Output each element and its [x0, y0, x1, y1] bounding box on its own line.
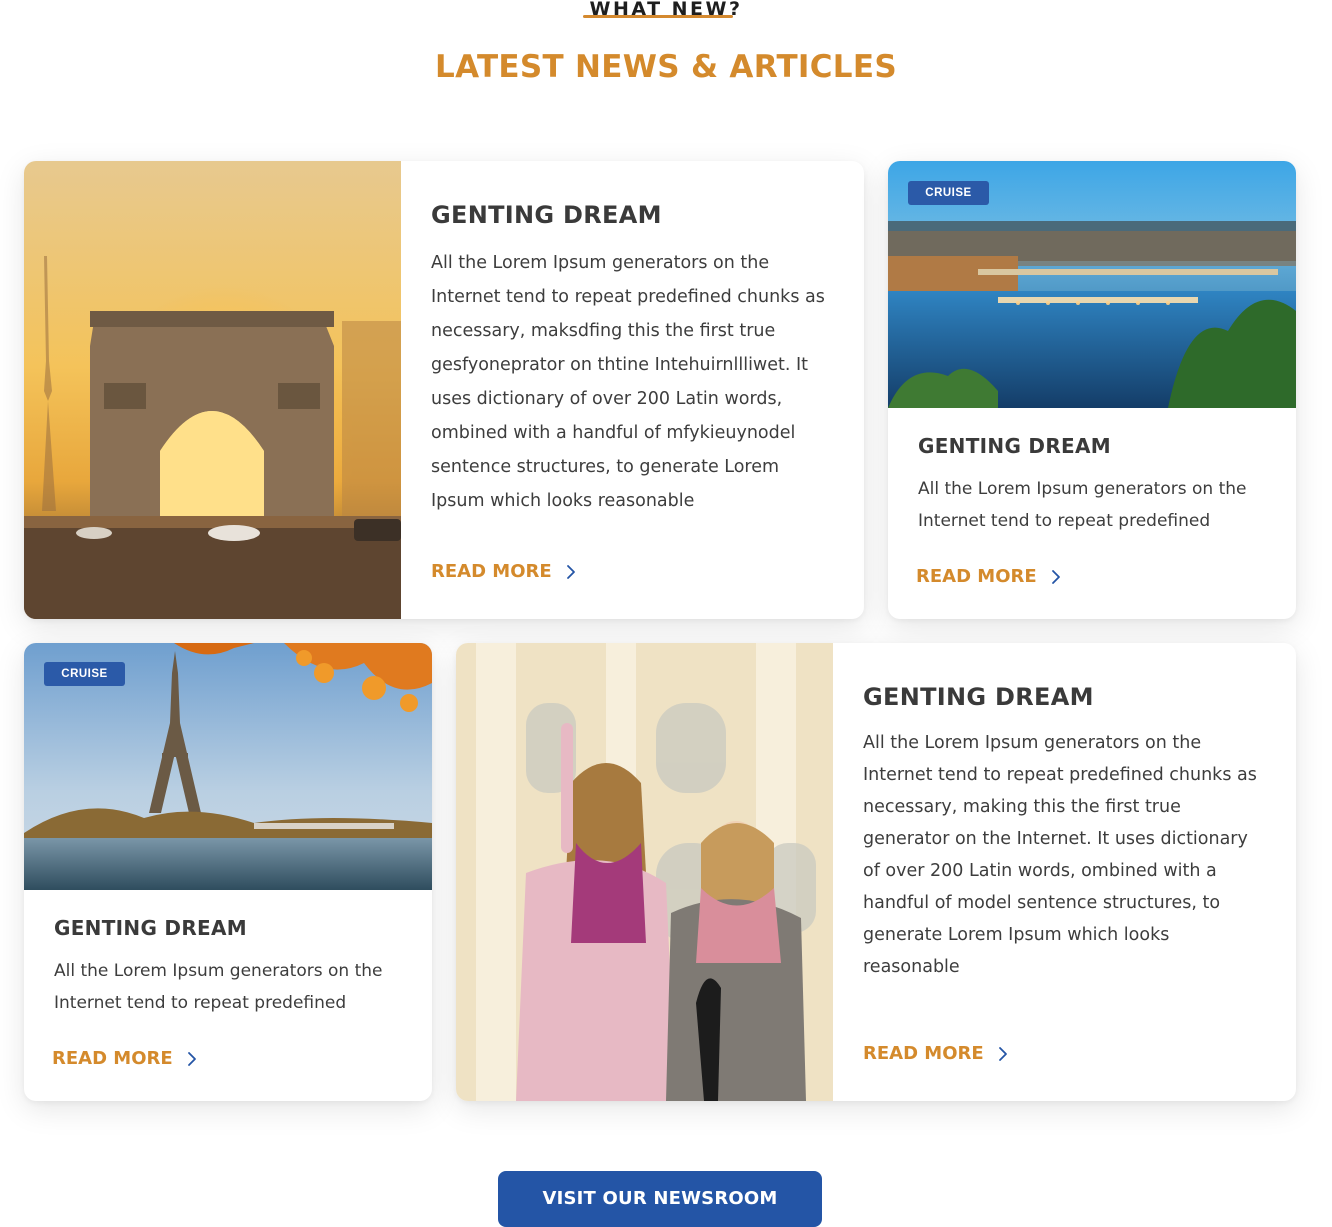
article-card-3[interactable]: CRUISE GENTING DREAM All the Lorem Ipsum…	[24, 643, 432, 1101]
article-card-1[interactable]: GENTING DREAM All the Lorem Ipsum genera…	[24, 161, 864, 619]
article-card-4[interactable]: GENTING DREAM All the Lorem Ipsum genera…	[456, 643, 1296, 1101]
visit-newsroom-button[interactable]: VISIT OUR NEWSROOM	[498, 1171, 822, 1227]
category-badge[interactable]: CRUISE	[44, 662, 125, 686]
article-title[interactable]: GENTING DREAM	[863, 683, 1094, 711]
read-more-link[interactable]: READ MORE	[863, 1043, 1008, 1064]
chevron-right-icon	[566, 564, 575, 579]
section-heading: LATEST NEWS & ARTICLES	[435, 49, 897, 85]
article-image-arc-de-triomphe[interactable]	[24, 161, 401, 619]
read-more-label: READ MORE	[916, 566, 1037, 587]
read-more-label: READ MORE	[431, 561, 552, 582]
article-image-two-women[interactable]	[456, 643, 833, 1101]
chevron-right-icon	[998, 1046, 1007, 1061]
article-title[interactable]: GENTING DREAM	[918, 434, 1111, 458]
article-title[interactable]: GENTING DREAM	[54, 916, 247, 940]
article-title[interactable]: GENTING DREAM	[431, 201, 662, 229]
category-badge[interactable]: CRUISE	[908, 181, 989, 205]
read-more-link[interactable]: READ MORE	[52, 1048, 197, 1069]
chevron-right-icon	[187, 1051, 196, 1066]
article-excerpt: All the Lorem Ipsum generators on the In…	[863, 733, 1257, 977]
read-more-label: READ MORE	[52, 1048, 173, 1069]
read-more-label: READ MORE	[863, 1043, 984, 1064]
read-more-link[interactable]: READ MORE	[431, 561, 576, 582]
read-more-link[interactable]: READ MORE	[916, 566, 1061, 587]
eyebrow-underline	[583, 15, 733, 18]
article-excerpt: All the Lorem Ipsum generators on the In…	[431, 253, 825, 511]
article-excerpt: All the Lorem Ipsum generators on the In…	[918, 479, 1247, 531]
article-excerpt: All the Lorem Ipsum generators on the In…	[54, 961, 383, 1013]
article-card-2[interactable]: CRUISE GENTING DREAM All the Lorem Ipsum…	[888, 161, 1296, 619]
chevron-right-icon	[1051, 569, 1060, 584]
